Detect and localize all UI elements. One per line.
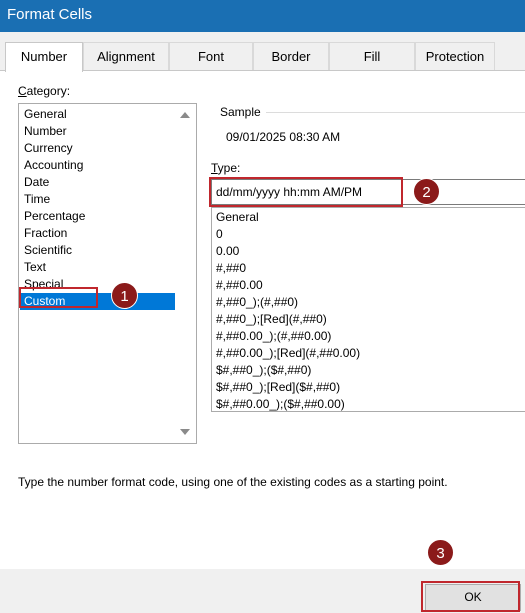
category-item-scientific[interactable]: Scientific xyxy=(20,242,175,259)
category-scrollbar[interactable] xyxy=(175,104,196,443)
title-bar: Format Cells xyxy=(0,0,525,32)
category-item-accounting[interactable]: Accounting xyxy=(20,157,175,174)
format-item[interactable]: #,##0.00 xyxy=(216,277,263,294)
category-item-text[interactable]: Text xyxy=(20,259,175,276)
annotation-marker-3: 3 xyxy=(427,539,454,566)
format-item[interactable]: #,##0.00_);(#,##0.00) xyxy=(216,328,331,345)
category-item-general[interactable]: General xyxy=(20,106,175,123)
format-item[interactable]: $#,##0.00_);($#,##0.00) xyxy=(216,396,345,411)
format-item[interactable]: #,##0_);[Red](#,##0) xyxy=(216,311,327,328)
annotation-box-type xyxy=(209,177,403,207)
annotation-box-custom xyxy=(19,287,98,308)
format-item[interactable]: #,##0_);(#,##0) xyxy=(216,294,298,311)
tab-alignment[interactable]: Alignment xyxy=(83,42,169,70)
annotation-box-ok xyxy=(421,581,520,612)
format-item[interactable]: #,##0.00_);[Red](#,##0.00) xyxy=(216,345,360,362)
scroll-up-icon[interactable] xyxy=(180,112,190,118)
category-item-currency[interactable]: Currency xyxy=(20,140,175,157)
category-item-time[interactable]: Time xyxy=(20,191,175,208)
sample-label: Sample xyxy=(220,105,261,119)
category-list[interactable]: General Number Currency Accounting Date … xyxy=(18,103,197,444)
format-item[interactable]: 0 xyxy=(216,226,223,243)
format-item[interactable]: $#,##0_);[Red]($#,##0) xyxy=(216,379,340,396)
tab-fill[interactable]: Fill xyxy=(329,42,415,70)
format-item[interactable]: #,##0 xyxy=(216,260,246,277)
sample-value: 09/01/2025 08:30 AM xyxy=(226,130,341,144)
tab-number[interactable]: Number xyxy=(5,42,83,72)
tab-strip: Number Alignment Font Border Fill Protec… xyxy=(0,42,525,72)
category-item-date[interactable]: Date xyxy=(20,174,175,191)
tab-font[interactable]: Font xyxy=(169,42,253,70)
format-item[interactable]: General xyxy=(216,209,259,226)
category-item-percentage[interactable]: Percentage xyxy=(20,208,175,225)
format-item[interactable]: $#,##0_);($#,##0) xyxy=(216,362,311,379)
tab-border[interactable]: Border xyxy=(253,42,329,70)
scroll-down-icon[interactable] xyxy=(180,429,190,435)
category-label: Category: xyxy=(18,84,71,98)
window-title: Format Cells xyxy=(7,6,93,23)
sample-divider xyxy=(266,112,525,113)
hint-text: Type the number format code, using one o… xyxy=(18,475,448,489)
category-item-fraction[interactable]: Fraction xyxy=(20,225,175,242)
annotation-marker-1: 1 xyxy=(111,282,138,309)
tab-protection[interactable]: Protection xyxy=(415,42,495,70)
annotation-marker-2: 2 xyxy=(413,178,440,205)
format-item[interactable]: 0.00 xyxy=(216,243,239,260)
type-label: Type: xyxy=(211,161,241,175)
category-item-number[interactable]: Number xyxy=(20,123,175,140)
format-code-list[interactable]: General 0 0.00 #,##0 #,##0.00 #,##0_);(#… xyxy=(211,207,525,412)
